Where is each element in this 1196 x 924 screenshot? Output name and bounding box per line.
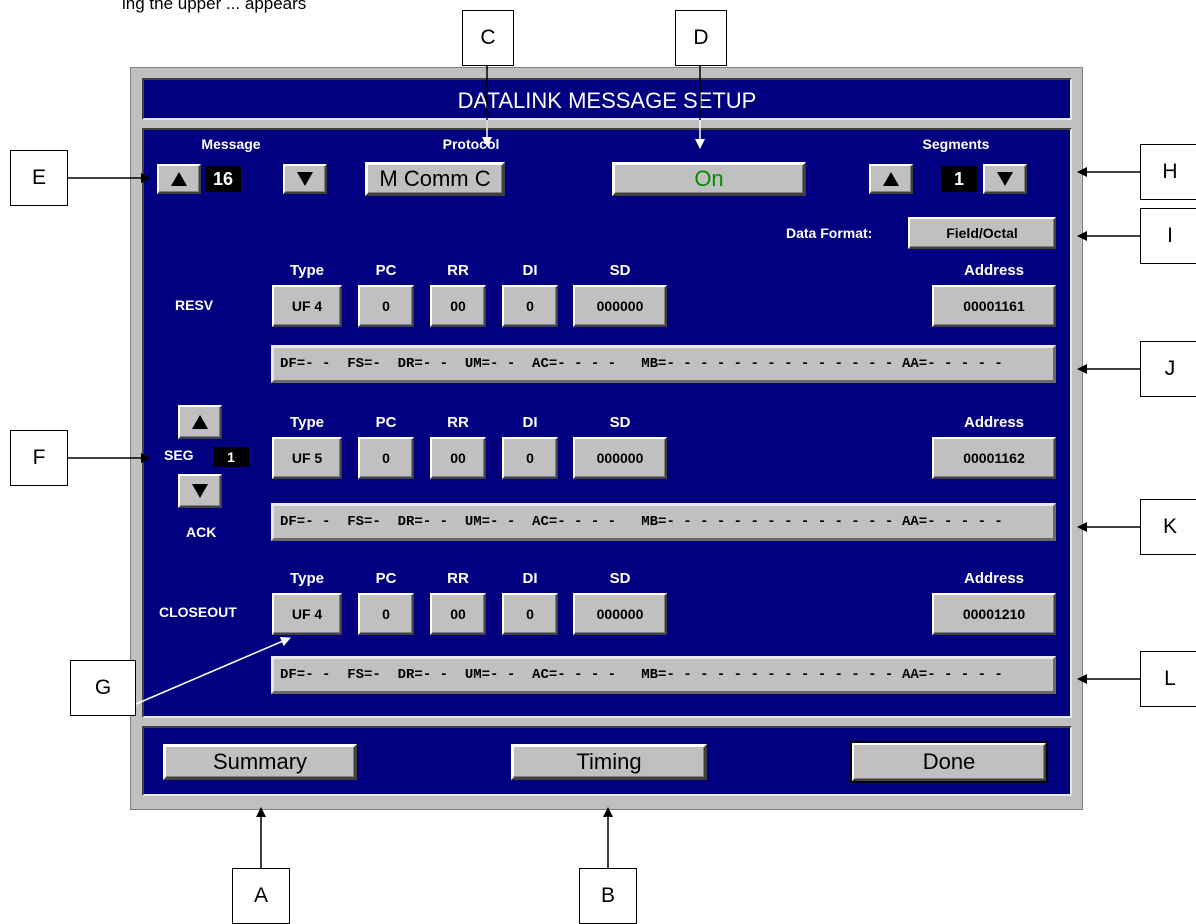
callout-f: F	[10, 430, 68, 486]
callout-h: H	[1140, 144, 1196, 200]
callout-c: C	[462, 10, 514, 66]
callout-k: K	[1140, 499, 1196, 555]
callout-l: L	[1140, 651, 1196, 707]
callout-d: D	[675, 10, 727, 66]
callout-i: I	[1140, 208, 1196, 264]
callout-e: E	[10, 150, 68, 206]
callout-j: J	[1140, 341, 1196, 397]
callout-lines	[68, 66, 1140, 868]
callout-b: B	[579, 868, 637, 924]
callout-a: A	[232, 868, 290, 924]
callout-g-arrow	[135, 636, 291, 705]
callout-g: G	[70, 660, 136, 716]
